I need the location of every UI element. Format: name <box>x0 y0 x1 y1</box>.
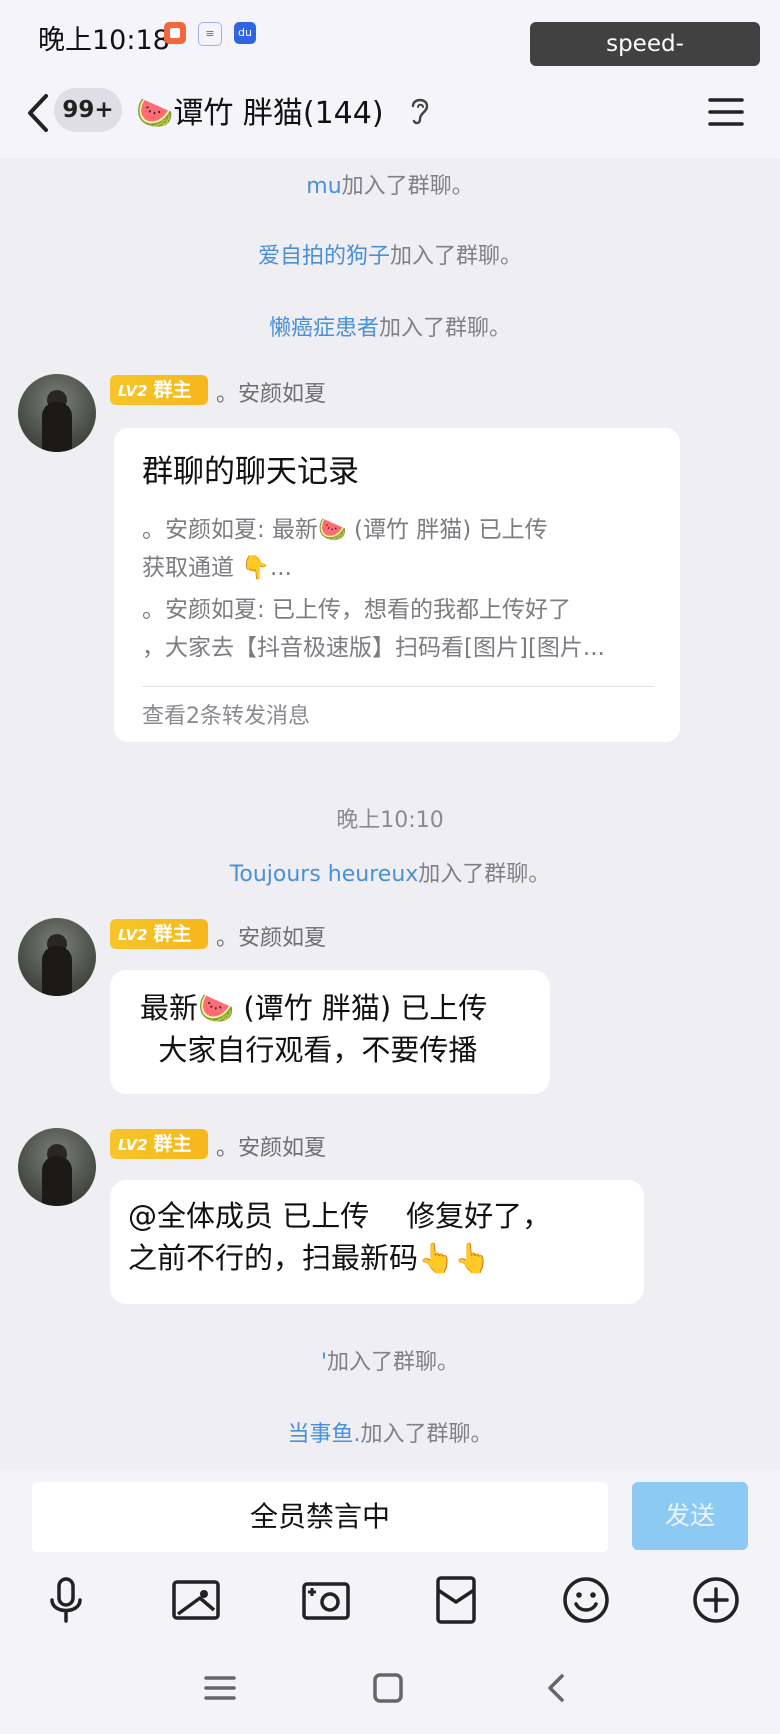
system-message-text: 加入了群聊。 <box>360 1422 493 1447</box>
microphone-icon[interactable] <box>40 1574 92 1626</box>
camera-icon[interactable] <box>300 1574 352 1626</box>
message-bubble[interactable]: @全体成员 已上传 修复好了， 之前不行的，扫最新码👆👆 <box>110 1180 644 1304</box>
forwarded-line: ，大家去【抖音极速版】扫码看[图片][图片... <box>142 635 605 661</box>
level-badge: LV2 群主 <box>110 375 208 405</box>
input-bar: 全员禁言中 发送 <box>0 1470 780 1734</box>
message-line: 最新🍉 (谭竹 胖猫) 已上传 <box>140 991 488 1025</box>
baidu-app-icon: du <box>234 22 256 44</box>
message-bubble[interactable]: 最新🍉 (谭竹 胖猫) 已上传 大家自行观看，不要传播 <box>110 970 550 1094</box>
system-message: 当事鱼.加入了群聊。 <box>0 1416 780 1448</box>
sender-name[interactable]: 。安颜如夏 <box>216 376 326 408</box>
level-badge: LV2 群主 <box>110 919 208 949</box>
avatar[interactable] <box>18 374 96 452</box>
chat-title[interactable]: 🍉谭竹 胖猫(144) <box>136 88 384 132</box>
time-divider: 晚上10:10 <box>336 808 444 833</box>
back-icon[interactable] <box>538 1670 574 1706</box>
notification-app-icon <box>164 22 186 44</box>
view-forwarded-link[interactable]: 查看2条转发消息 <box>142 698 310 730</box>
more-menu-icon[interactable] <box>706 92 746 132</box>
notification-app-icon-2: ≡ <box>198 22 222 46</box>
forwarded-line: 。安颜如夏: 最新🍉 (谭竹 胖猫) 已上传 <box>142 517 548 543</box>
member-name[interactable]: 爱自拍的狗子 <box>258 244 390 269</box>
status-time: 晚上10:18 <box>38 25 170 56</box>
system-message-text: 加入了群聊。 <box>379 316 512 341</box>
system-message-text: 加入了群聊。 <box>390 244 523 269</box>
status-bar: 晚上10:18 ≡ du speed-guanjing.com <box>0 0 780 101</box>
plus-icon[interactable] <box>690 1574 742 1626</box>
message-line: 大家自行观看，不要传播 <box>140 1033 478 1067</box>
avatar[interactable] <box>18 918 96 996</box>
card-divider <box>142 686 654 687</box>
sender-name[interactable]: 。安颜如夏 <box>216 1130 326 1162</box>
chat-header: 99+ 🍉谭竹 胖猫(144) <box>0 70 780 158</box>
level-badge: LV2 群主 <box>110 1129 208 1159</box>
member-name[interactable]: Toujours heureux <box>230 862 419 887</box>
system-message: Toujours heureux加入了群聊。 <box>0 856 780 888</box>
forwarded-chat-card[interactable]: 群聊的聊天记录 。安颜如夏: 最新🍉 (谭竹 胖猫) 已上传 获取通道 👇...… <box>114 428 680 742</box>
forwarded-line: 获取通道 👇... <box>142 555 292 581</box>
menu-icon[interactable] <box>202 1670 238 1706</box>
message-line: @全体成员 已上传 修复好了， <box>128 1199 552 1233</box>
unread-count-badge[interactable]: 99+ <box>54 88 122 132</box>
forwarded-card-title: 群聊的聊天记录 <box>142 454 359 490</box>
system-message-text: 加入了群聊。 <box>418 862 551 887</box>
image-icon[interactable] <box>170 1574 222 1626</box>
system-message-text: 加入了群聊。 <box>327 1350 460 1375</box>
system-message: mu加入了群聊。 <box>0 168 780 200</box>
ear-mode-icon <box>411 98 429 125</box>
member-name[interactable]: 当事鱼. <box>287 1422 360 1447</box>
red-packet-icon[interactable] <box>430 1574 482 1626</box>
avatar[interactable] <box>18 1128 96 1206</box>
system-message: 懒癌症患者加入了群聊。 <box>0 310 780 342</box>
sender-name[interactable]: 。安颜如夏 <box>216 920 326 952</box>
home-icon[interactable] <box>370 1670 406 1706</box>
watermark: speed-guanjing.com <box>530 22 760 101</box>
message-input-muted[interactable]: 全员禁言中 <box>32 1482 608 1552</box>
emoji-icon[interactable] <box>560 1574 612 1626</box>
send-button[interactable]: 发送 <box>632 1482 748 1550</box>
message-line: 之前不行的，扫最新码👆👆 <box>128 1241 491 1275</box>
system-message-text: 加入了群聊。 <box>341 174 474 199</box>
member-name[interactable]: 懒癌症患者 <box>269 316 379 341</box>
system-message: '加入了群聊。 <box>0 1344 780 1376</box>
system-message: 爱自拍的狗子加入了群聊。 <box>0 238 780 270</box>
member-name[interactable]: mu <box>306 174 341 199</box>
forwarded-line: 。安颜如夏: 已上传，想看的我都上传好了 <box>142 597 572 623</box>
